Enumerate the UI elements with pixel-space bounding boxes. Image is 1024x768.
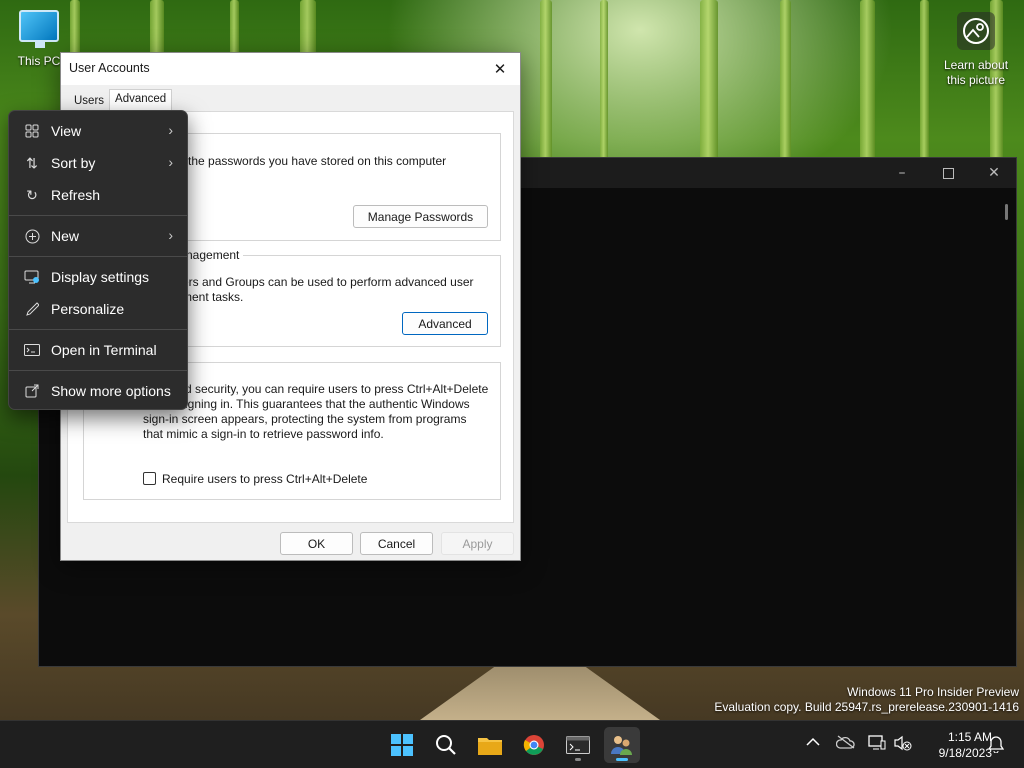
learn-line-2: this picture	[946, 73, 1006, 87]
refresh-icon: ↻	[26, 186, 38, 203]
notification-bell-icon[interactable]	[987, 735, 1005, 757]
menu-item-refresh[interactable]: ↻ Refresh	[9, 179, 187, 211]
watermark-line-2: Evaluation copy. Build 25947.rs_prerelea…	[714, 700, 1019, 714]
search-icon	[436, 735, 456, 755]
taskbar: 1:15 AM 9/18/2023	[0, 720, 1024, 768]
chevron-right-icon: ›	[168, 154, 173, 170]
require-ctrl-alt-delete-checkbox[interactable]	[143, 472, 156, 485]
search-button[interactable]	[428, 727, 464, 763]
menu-item-label: Sort by	[51, 155, 96, 171]
volume-muted-icon[interactable]	[894, 735, 912, 755]
menu-item-label: New	[51, 228, 80, 244]
this-pc-label: This PC	[17, 54, 61, 68]
menu-separator	[9, 329, 187, 330]
menu-item-label: Open in Terminal	[51, 342, 157, 358]
menu-separator	[9, 370, 187, 371]
passwords-text: the passwords you have stored on this co…	[188, 154, 447, 168]
dialog-titlebar[interactable]: User Accounts ✕	[61, 53, 520, 85]
dialog-title: User Accounts	[69, 61, 150, 75]
terminal-icon	[566, 736, 590, 754]
close-icon[interactable]: ✕	[486, 55, 514, 83]
folder-icon	[478, 738, 502, 755]
this-pc-desktop-icon[interactable]: This PC	[14, 10, 64, 68]
user-accounts-taskbar-button[interactable]	[604, 727, 640, 763]
users-icon	[611, 736, 632, 755]
watermark-line-1: Windows 11 Pro Insider Preview	[847, 685, 1019, 699]
windows-watermark: Windows 11 Pro Insider Preview Evaluatio…	[714, 685, 1019, 715]
terminal-icon	[23, 342, 41, 358]
menu-item-label: View	[51, 123, 82, 139]
manage-passwords-button[interactable]: Manage Passwords	[353, 205, 488, 228]
sort-icon: ⇅	[26, 154, 38, 171]
start-button[interactable]	[384, 727, 420, 763]
chevron-right-icon: ›	[168, 227, 173, 243]
ok-button[interactable]: OK	[280, 532, 353, 555]
management-line-1: ers and Groups can be used to perform ad…	[182, 275, 474, 289]
require-ctrl-alt-delete-label[interactable]: Require users to press Ctrl+Alt+Delete	[162, 472, 367, 486]
windows-logo-icon	[391, 734, 413, 756]
menu-item-sort-by[interactable]: ⇅ Sort by ›	[9, 147, 187, 179]
menu-item-label: Display settings	[51, 269, 150, 285]
menu-item-label: Personalize	[51, 301, 125, 317]
camera-icon	[957, 12, 995, 50]
active-indicator	[616, 758, 628, 761]
dialog-tabs: Users Advanced	[69, 89, 173, 111]
advanced-button[interactable]: Advanced	[402, 312, 488, 335]
security-line-4: that mimic a sign-in to retrieve passwor…	[143, 427, 384, 441]
onedrive-offline-icon[interactable]	[835, 735, 856, 753]
tab-users[interactable]: Users	[69, 91, 109, 111]
monitor-icon	[19, 10, 59, 48]
desktop-context-menu: View › ⇅ Sort by › ↻ Refresh New › Displ…	[8, 110, 188, 410]
menu-separator	[9, 215, 187, 216]
menu-item-label: Refresh	[51, 187, 101, 203]
security-line-2: igning in. This guarantees that the auth…	[185, 397, 470, 411]
menu-item-open-in-terminal[interactable]: Open in Terminal	[9, 334, 187, 366]
apply-button[interactable]: Apply	[441, 532, 514, 555]
chrome-button[interactable]	[516, 727, 552, 763]
learn-line-1: Learn about	[943, 58, 1009, 72]
terminal-scrollbar[interactable]	[1005, 204, 1008, 220]
minimize-icon[interactable]: –	[879, 158, 925, 188]
close-icon[interactable]: ✕	[971, 158, 1017, 188]
menu-item-display-settings[interactable]: Display settings	[9, 261, 187, 293]
menu-item-new[interactable]: New ›	[9, 220, 187, 252]
security-description: d security, you can require users to pre…	[143, 382, 489, 442]
menu-item-view[interactable]: View ›	[9, 115, 187, 147]
management-line-2: ment tasks.	[182, 290, 244, 304]
terminal-taskbar-button[interactable]	[560, 727, 596, 763]
tab-advanced[interactable]: Advanced	[109, 89, 173, 111]
menu-item-show-more-options[interactable]: Show more options	[9, 375, 187, 407]
plus-circle-icon	[23, 228, 41, 244]
security-line-3: sign-in screen appears, protecting the s…	[143, 412, 467, 426]
running-indicator	[575, 758, 581, 761]
chevron-right-icon: ›	[168, 122, 173, 138]
clock-time: 1:15 AM	[947, 730, 992, 744]
management-group-title: nagement	[182, 248, 244, 262]
file-explorer-button[interactable]	[472, 727, 508, 763]
taskbar-clock[interactable]: 1:15 AM 9/18/2023	[920, 729, 992, 761]
display-settings-icon	[23, 269, 41, 285]
share-icon	[23, 383, 41, 399]
chrome-icon	[523, 735, 544, 755]
menu-separator	[9, 256, 187, 257]
menu-item-label: Show more options	[51, 383, 171, 399]
cancel-button[interactable]: Cancel	[360, 532, 433, 555]
menu-item-personalize[interactable]: Personalize	[9, 293, 187, 325]
maximize-icon[interactable]	[925, 158, 971, 188]
network-icon[interactable]	[868, 735, 886, 755]
learn-about-picture-button[interactable]: Learn about this picture	[936, 12, 1016, 88]
grid-view-icon	[23, 123, 41, 139]
security-line-1: d security, you can require users to pre…	[185, 382, 489, 396]
clock-date: 9/18/2023	[938, 746, 992, 760]
chevron-up-icon[interactable]	[806, 735, 820, 751]
brush-icon	[23, 301, 41, 317]
